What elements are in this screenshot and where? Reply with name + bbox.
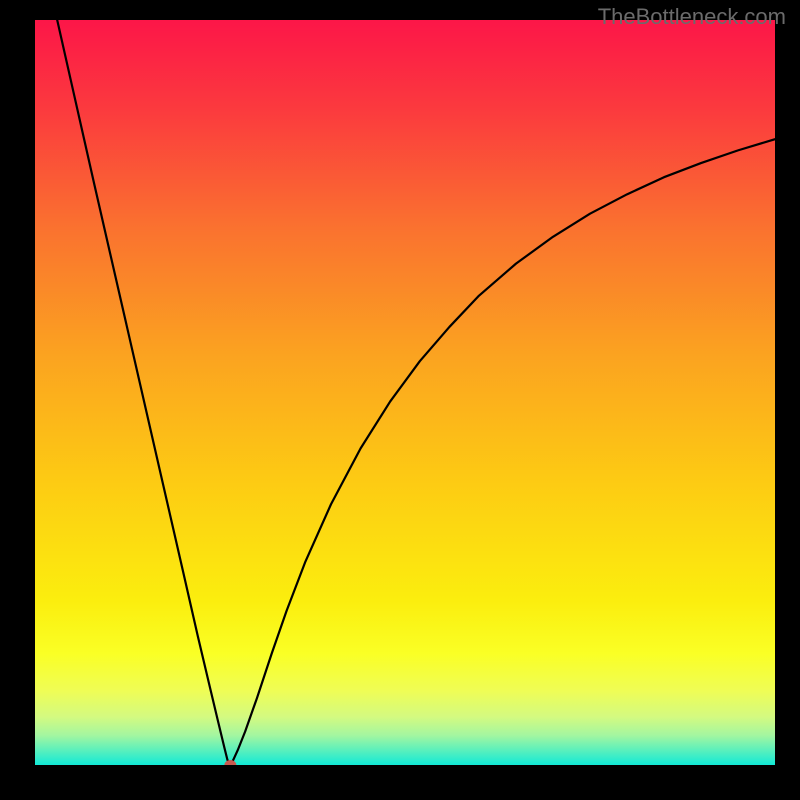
chart-frame: TheBottleneck.com: [0, 0, 800, 800]
watermark-text: TheBottleneck.com: [598, 4, 786, 30]
gradient-background: [35, 20, 775, 765]
plot-svg: [35, 20, 775, 765]
plot-area: [35, 20, 775, 765]
